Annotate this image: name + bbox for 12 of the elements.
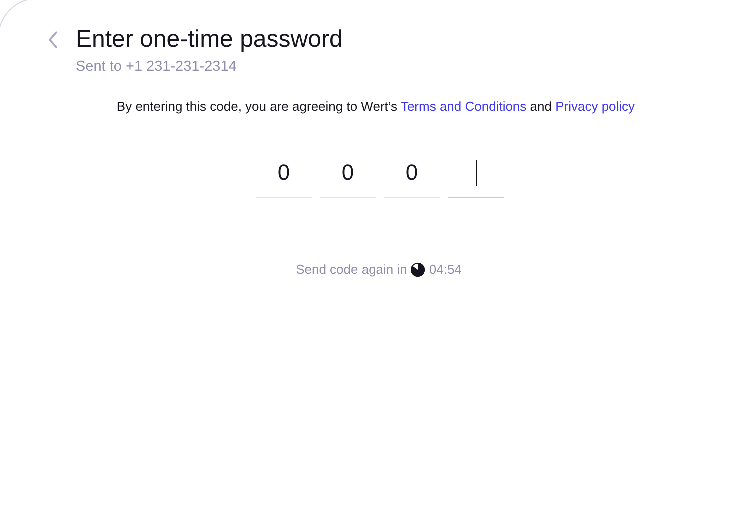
back-icon <box>49 31 59 49</box>
phone-subtitle: Sent to +1 231-231-2314 <box>76 58 237 76</box>
code-digit-field[interactable]: 0 <box>256 148 312 198</box>
code-digit-field[interactable]: 0 <box>384 148 440 198</box>
resend-label: Send code again in <box>296 261 408 279</box>
terms-link[interactable]: Terms and Conditions <box>400 99 527 114</box>
timer-icon <box>411 262 426 277</box>
page-title: Enter one-time password <box>76 26 343 54</box>
countdown-time: 04:54 <box>429 261 462 279</box>
code-digit-field[interactable]: 0 <box>320 148 376 198</box>
agreement-text: By entering this code, you are agreeing to Wert’s Terms and Conditions and Privacy policy <box>116 98 636 116</box>
privacy-link[interactable]: Privacy policy <box>556 99 636 114</box>
